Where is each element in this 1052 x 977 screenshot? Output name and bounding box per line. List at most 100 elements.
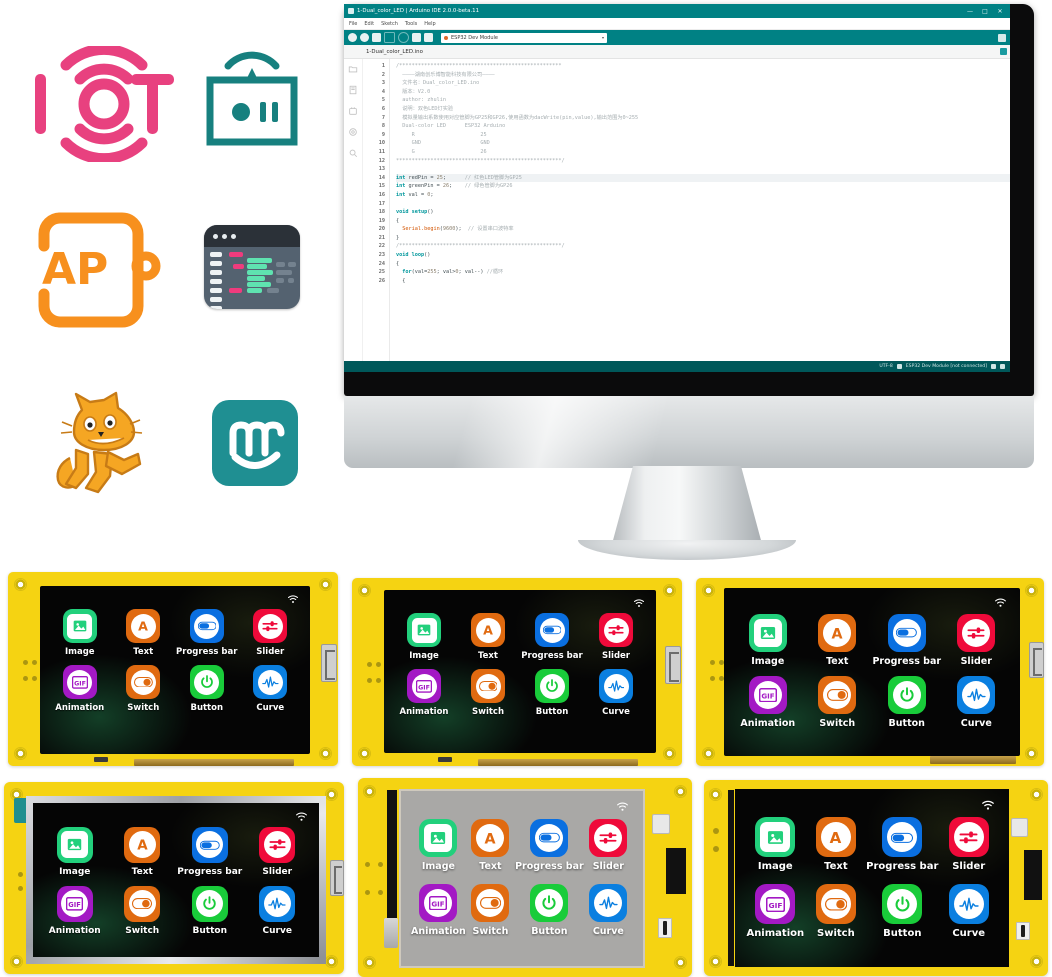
app-item-image[interactable]: Image [745,817,806,872]
debug-icon[interactable] [398,32,409,43]
board-manager-icon[interactable] [348,85,358,95]
app-item-button[interactable]: Button [515,883,584,937]
display-screen-top-left[interactable]: Image A Text Progress bar Slider GIF Animation… [40,586,310,754]
slider-icon [589,818,628,857]
app-item-switch[interactable]: Switch [466,883,515,937]
app-item-slider[interactable]: Slider [938,817,999,872]
lvgl-demo-ui: Image A Text Progress bar Slider GIF Animation… [735,789,1009,967]
library-manager-icon[interactable] [348,106,358,116]
app-item-animation[interactable]: GIF Animation [733,675,803,729]
app-item-image[interactable]: Image [411,818,466,872]
folder-icon[interactable] [348,64,358,74]
app-item-image[interactable]: Image [41,826,109,877]
serial-plotter-icon[interactable] [998,33,1006,42]
window-minimize-button[interactable]: — [964,8,976,15]
app-item-text[interactable]: A Text [806,817,867,872]
app-item-text[interactable]: A Text [803,613,873,667]
upload-icon[interactable] [360,33,369,42]
app-item-switch[interactable]: Switch [456,669,520,717]
save-icon[interactable] [412,33,421,42]
search-icon[interactable] [348,148,358,158]
app-item-image[interactable]: Image [392,613,456,661]
app-item-progress-bar[interactable]: Progress bar [520,613,584,661]
app-item-animation[interactable]: GIF Animation [392,669,456,717]
app-item-switch[interactable]: Switch [112,665,176,713]
new-sketch-icon[interactable] [372,33,381,42]
menu-tools[interactable]: Tools [405,21,417,27]
mount-hole [10,955,23,968]
app-item-curve[interactable]: Curve [244,885,312,936]
line-number: 23 [378,252,385,259]
code-editor[interactable]: 1 2 3 4 5 6 7 8 9 10 11 12 13 14 15 16 17 18 19 20 21 22 23 24 2… [363,59,1010,361]
app-item-animation[interactable]: GIF Animation [411,883,466,937]
power-button-icon [191,885,228,922]
debug-sidebar-icon[interactable] [348,127,358,137]
app-item-animation[interactable]: GIF Animation [745,884,806,939]
app-item-curve[interactable]: Curve [239,665,303,713]
mount-hole [358,584,371,597]
app-item-animation[interactable]: GIF Animation [48,665,112,713]
serial-monitor-icon[interactable] [424,33,433,42]
app-item-button[interactable]: Button [176,885,244,936]
app-item-image[interactable]: Image [733,613,803,667]
display-screen-top-right[interactable]: Image A Text Progress bar Slider GIF Animation… [724,588,1020,756]
app-item-curve[interactable]: Curve [938,884,999,939]
open-sketch-icon[interactable] [384,32,395,43]
app-item-text[interactable]: A Text [456,613,520,661]
app-item-switch[interactable]: Switch [109,885,177,936]
slider-icon [259,826,296,863]
app-item-button[interactable]: Button [520,669,584,717]
wifi-icon [295,810,308,823]
boot-switch[interactable] [658,918,672,938]
display-screen-bottom-mid[interactable]: Image A Text Progress bar Slider GIF Animation… [399,789,645,968]
app-item-button[interactable]: Button [866,884,938,939]
app-item-slider[interactable]: Slider [942,613,1012,667]
svg-text:GIF: GIF [74,680,86,687]
app-item-slider[interactable]: Slider [584,818,633,872]
window-maximize-button[interactable]: □ [979,8,991,15]
menu-help[interactable]: Help [424,21,435,27]
app-item-curve[interactable]: Curve [584,669,648,717]
notification-bell-icon[interactable] [991,364,996,369]
app-item-progress-bar[interactable]: Progress bar [176,826,244,877]
line-number: 26 [378,277,385,284]
app-item-animation[interactable]: GIF Animation [41,885,109,936]
text-a-icon: A [471,613,505,648]
app-item-progress-bar[interactable]: Progress bar [175,609,239,657]
app-item-image[interactable]: Image [48,609,112,657]
app-item-progress-bar[interactable]: Progress bar [515,818,584,872]
app-item-text[interactable]: A Text [466,818,515,872]
app-item-button[interactable]: Button [175,665,239,713]
app-item-progress-bar[interactable]: Progress bar [866,817,938,872]
display-screen-bottom-left[interactable]: Image A Text Progress bar Slider GIF Animation… [33,803,319,957]
app-item-slider[interactable]: Slider [239,609,303,657]
app-item-text[interactable]: A Text [112,609,176,657]
output-panel-icon[interactable] [1000,364,1005,369]
menu-sketch[interactable]: Sketch [381,21,398,27]
app-item-button[interactable]: Button [872,675,942,729]
window-close-button[interactable]: ✕ [994,8,1006,15]
boot-switch[interactable] [1016,922,1030,940]
app-item-slider[interactable]: Slider [244,826,312,877]
app-item-switch[interactable]: Switch [806,884,867,939]
menu-edit[interactable]: Edit [364,21,374,27]
line-number: 3 [381,80,385,87]
display-screen-bottom-right[interactable]: Image A Text Progress bar Slider GIF Animation… [735,789,1009,967]
verify-icon[interactable] [348,33,357,42]
app-item-slider[interactable]: Slider [584,613,648,661]
app-item-progress-bar[interactable]: Progress bar [872,613,942,667]
app-item-curve[interactable]: Curve [942,675,1012,729]
app-item-curve[interactable]: Curve [584,883,633,937]
board-selector[interactable]: ESP32 Dev Module ▾ [441,32,607,43]
app-item-text[interactable]: A Text [109,826,177,877]
tab-overflow-icon[interactable] [1000,48,1007,55]
iot-logo [18,46,178,162]
app-item-switch[interactable]: Switch [803,675,873,729]
display-screen-top-mid[interactable]: Image A Text Progress bar Slider GIF Animation… [384,590,656,753]
waveform-icon [599,669,633,704]
menu-file[interactable]: File [349,21,357,27]
tab-sketch-file[interactable]: 1-Dual_color_LED.ino [366,49,423,55]
app-label: Progress bar [521,651,583,662]
gif-icon: GIF [755,884,796,925]
